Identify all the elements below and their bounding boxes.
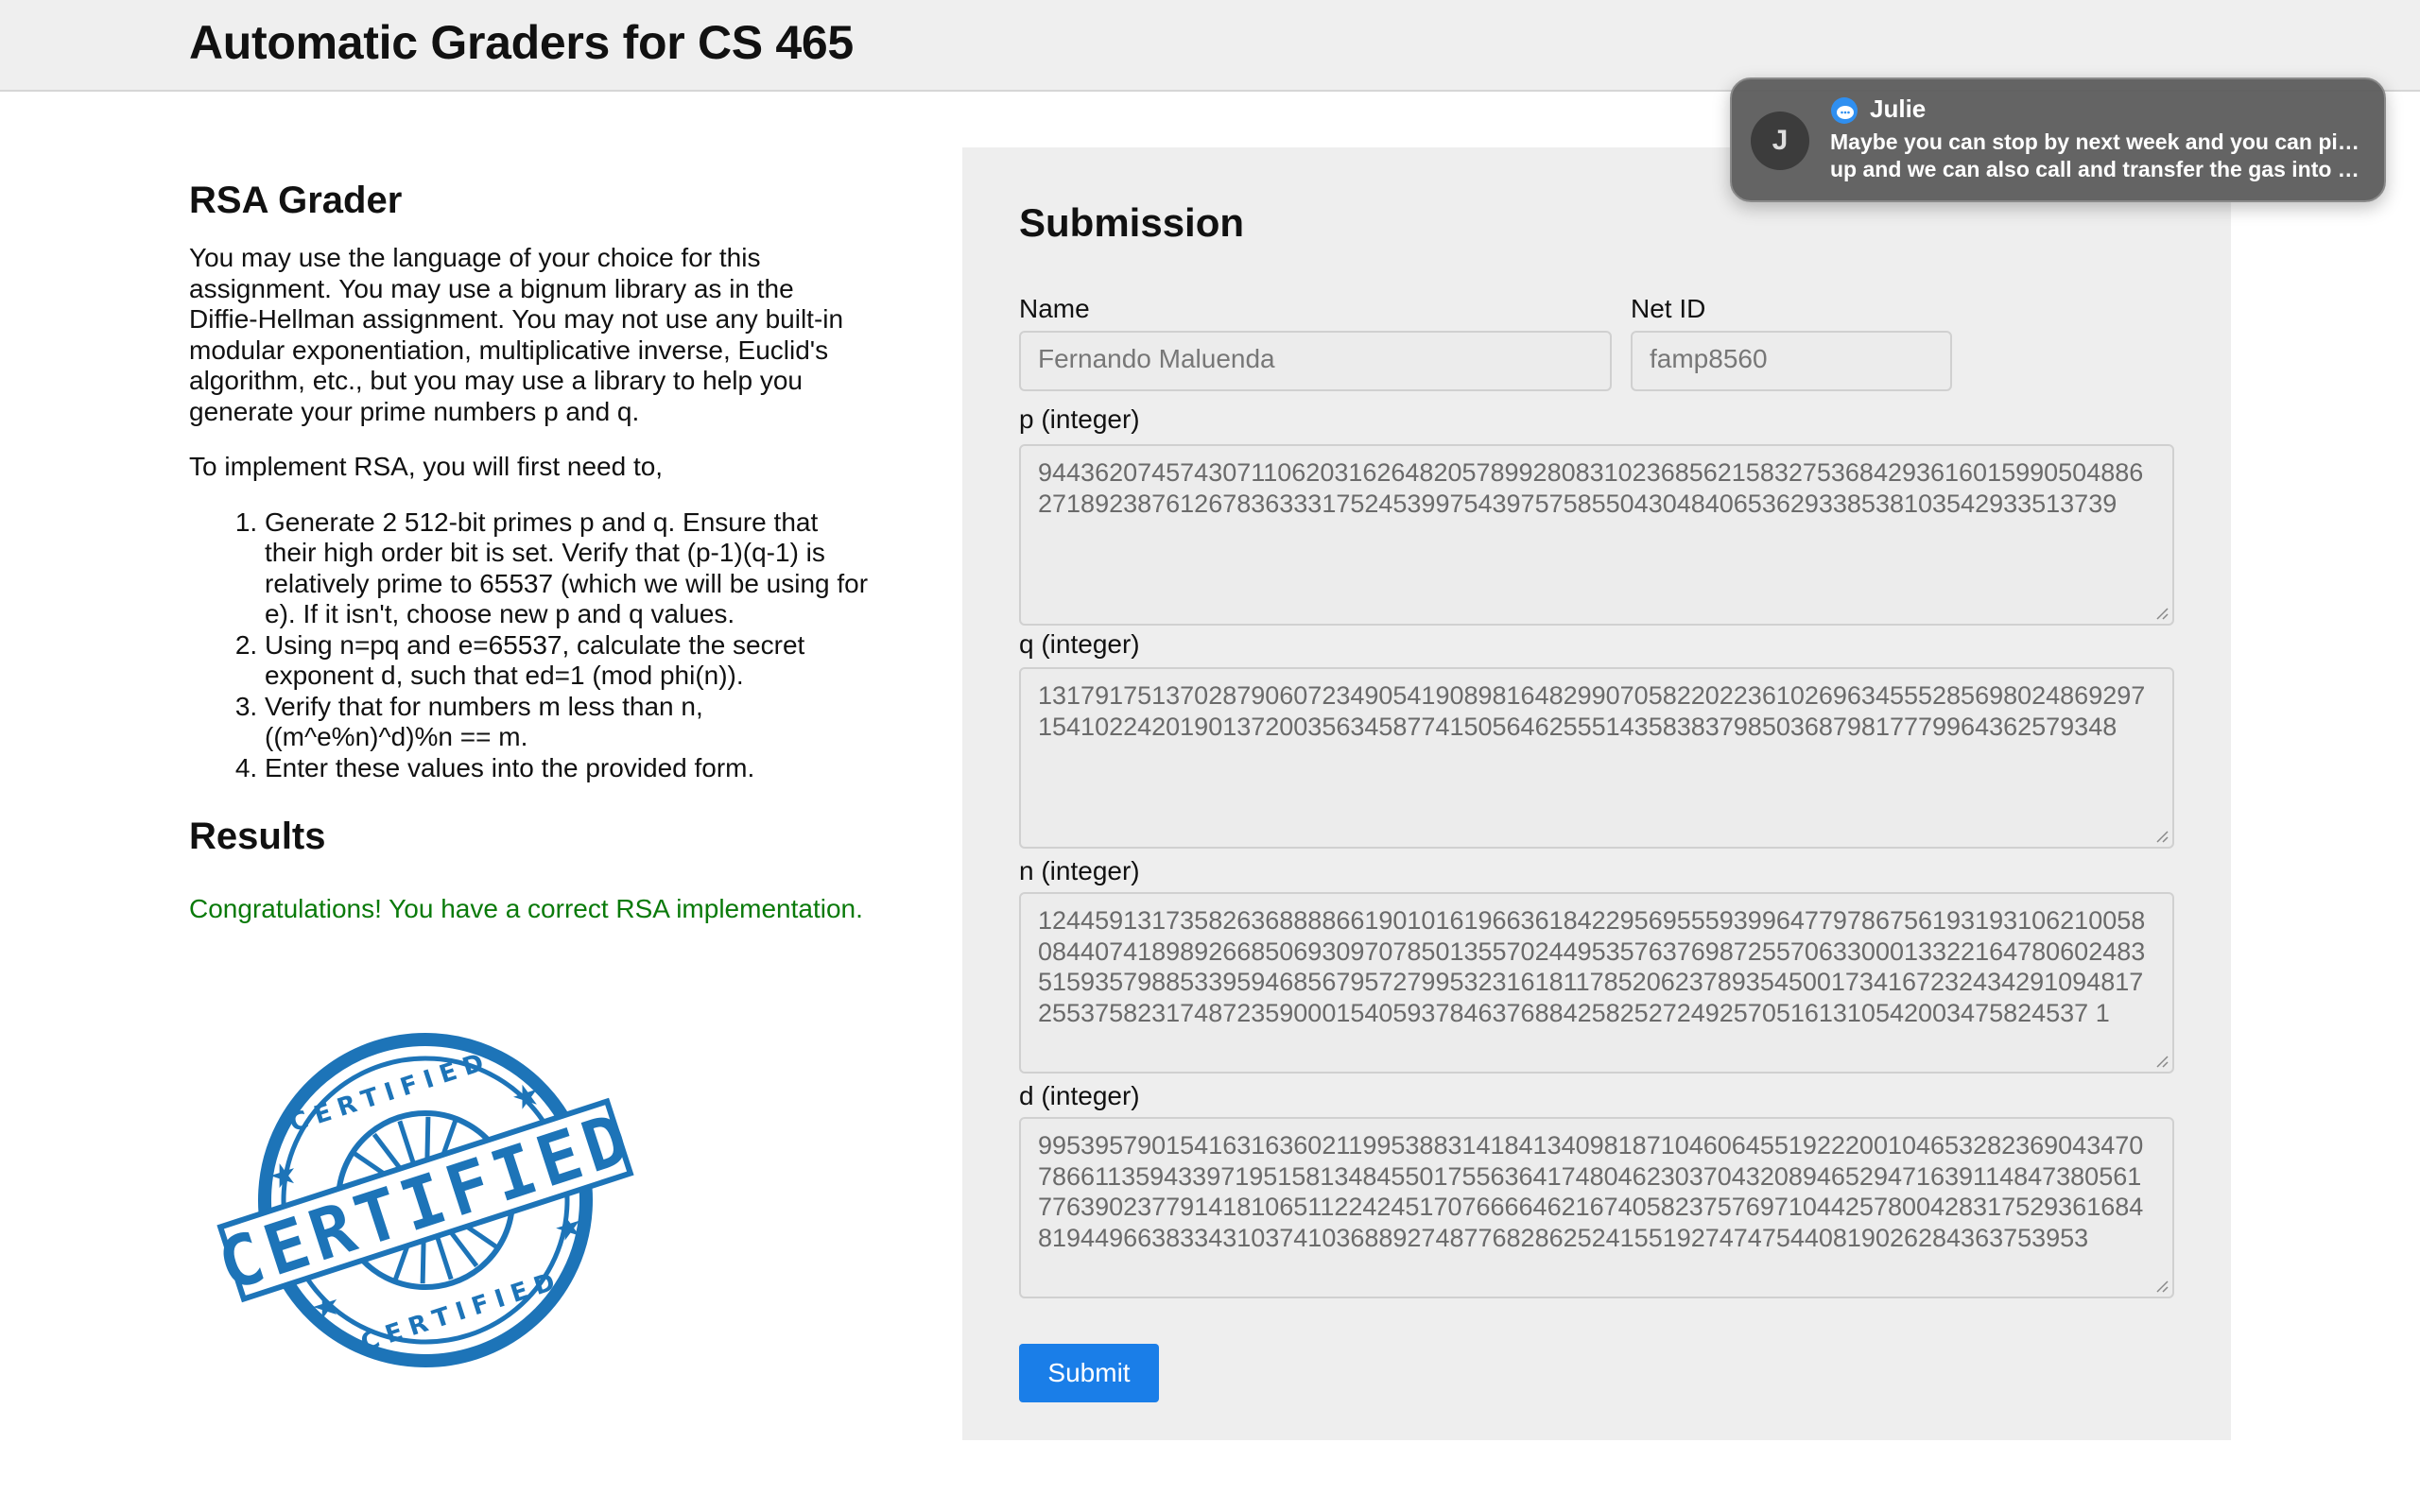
netid-field[interactable]: famp8560	[1631, 331, 1952, 391]
netid-label: Net ID	[1631, 294, 1706, 323]
avatar: J	[1751, 112, 1809, 170]
certified-stamp-image: CERTIFIED CERTIFIED CERTIFIED ★ ★ ★ ★	[209, 1033, 643, 1367]
n-textarea[interactable]: 1244591317358263688886619010161966361842…	[1019, 892, 2174, 1074]
p-label: p (integer)	[1019, 404, 1140, 434]
step-item: Enter these values into the provided for…	[265, 753, 870, 784]
messages-icon	[1831, 97, 1858, 124]
q-textarea[interactable]: 1317917513702879060723490541908981648299…	[1019, 667, 2174, 849]
p-value: 9443620745743071106203162648205789928083…	[1038, 458, 2144, 518]
results-title: Results	[189, 816, 326, 857]
name-field[interactable]: Fernando Maluenda	[1019, 331, 1612, 391]
submit-button[interactable]: Submit	[1019, 1344, 1159, 1402]
submission-title: Submission	[1019, 200, 1245, 245]
submission-panel: Submission Name Fernando Maluenda Net ID…	[962, 147, 2231, 1440]
notification-line-2: up and we can also call and transfer the…	[1830, 157, 2369, 181]
resize-grip-icon[interactable]	[2155, 607, 2169, 620]
step-item: Generate 2 512-bit primes p and q. Ensur…	[265, 507, 870, 630]
d-label: d (integer)	[1019, 1081, 1140, 1110]
name-label: Name	[1019, 294, 1090, 323]
grader-title: RSA Grader	[189, 180, 403, 221]
grader-intro: You may use the language of your choice …	[189, 243, 844, 426]
notification-sender: Julie	[1870, 94, 1927, 123]
notification-line-1: Maybe you can stop by next week and you …	[1830, 129, 2369, 154]
instructions-column: RSA Grader You may use the language of y…	[189, 180, 870, 925]
d-value: 9953957901541631636021199538831418413409…	[1038, 1131, 2144, 1252]
step-item: Using n=pq and e=65537, calculate the se…	[265, 630, 870, 692]
p-textarea[interactable]: 9443620745743071106203162648205789928083…	[1019, 444, 2174, 626]
steps-list: Generate 2 512-bit primes p and q. Ensur…	[189, 507, 870, 784]
n-label: n (integer)	[1019, 856, 1140, 885]
resize-grip-icon[interactable]	[2155, 1055, 2169, 1068]
q-label: q (integer)	[1019, 629, 1140, 659]
page-title: Automatic Graders for CS 465	[189, 16, 854, 69]
resize-grip-icon[interactable]	[2155, 1280, 2169, 1293]
resize-grip-icon[interactable]	[2155, 830, 2169, 843]
q-value: 1317917513702879060723490541908981648299…	[1038, 681, 2146, 741]
step-item: Verify that for numbers m less than n, (…	[265, 692, 870, 753]
grader-lead: To implement RSA, you will first need to…	[189, 452, 664, 481]
message-notification[interactable]: J Julie Maybe you can stop by next week …	[1730, 77, 2386, 202]
success-message: Congratulations! You have a correct RSA …	[189, 894, 863, 923]
n-value: 1244591317358263688886619010161966361842…	[1038, 906, 2146, 1027]
d-textarea[interactable]: 9953957901541631636021199538831418413409…	[1019, 1117, 2174, 1298]
notification-message: Maybe you can stop by next week and you …	[1830, 129, 2369, 183]
